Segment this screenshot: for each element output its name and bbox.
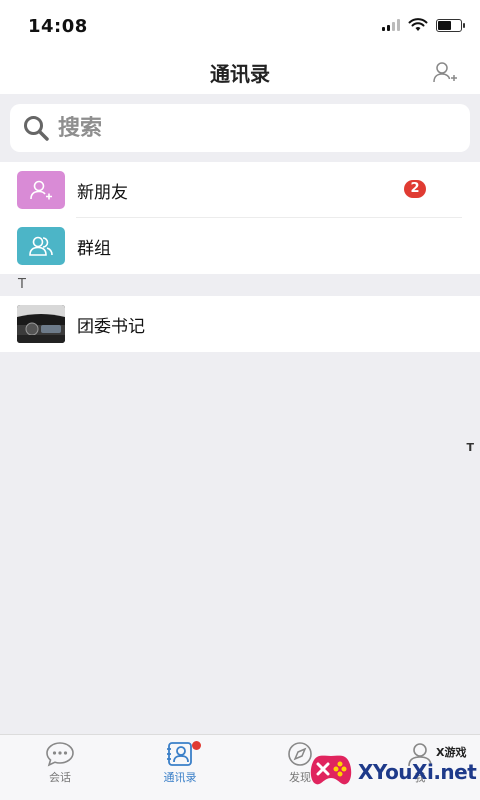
status-bar: 14:08 — [0, 0, 480, 52]
search-input[interactable] — [58, 115, 438, 141]
battery-icon — [436, 18, 465, 32]
contact-row[interactable]: 团委书记 — [0, 296, 480, 352]
contacts-tab-dot — [192, 741, 201, 750]
section-header: T — [0, 274, 480, 296]
tab-chats[interactable]: 会话 — [0, 735, 120, 800]
tab-contacts[interactable]: 通讯录 — [120, 735, 240, 800]
new-friends-label: 新朋友 — [77, 182, 128, 203]
gamepad-logo-icon — [310, 755, 352, 785]
function-list: 新朋友 2 群组 — [0, 162, 480, 274]
nav-bar: 通讯录 — [0, 52, 480, 94]
add-contact-icon[interactable] — [432, 60, 458, 86]
status-time: 14:08 — [28, 16, 88, 37]
groups-label: 群组 — [77, 238, 111, 259]
cellular-signal-icon — [382, 19, 400, 31]
watermark-small-text: X游戏 — [436, 746, 467, 759]
add-user-icon — [17, 171, 65, 209]
search-icon — [24, 116, 49, 141]
search-section — [0, 94, 480, 162]
new-friends-badge: 2 — [404, 180, 426, 198]
tab-contacts-label: 通讯录 — [163, 771, 197, 784]
alphabet-index-t[interactable]: T — [466, 441, 474, 454]
status-icons — [382, 18, 465, 32]
contacts-icon — [167, 742, 192, 766]
contact-name: 团委书记 — [77, 316, 145, 337]
watermark-big-text: XYouXi.net — [358, 760, 477, 784]
chat-icon — [46, 742, 74, 767]
search-bar[interactable] — [10, 104, 470, 152]
page-title: 通讯录 — [210, 62, 270, 86]
tab-chats-label: 会话 — [49, 771, 71, 784]
new-friends-row[interactable]: 新朋友 2 — [0, 162, 480, 218]
watermark: X游戏 XYouXi.net — [304, 736, 480, 800]
wifi-icon — [408, 18, 428, 31]
car-photo-avatar — [17, 305, 65, 343]
groups-row[interactable]: 群组 — [0, 218, 480, 274]
group-icon — [17, 227, 65, 265]
contact-list: 团委书记 — [0, 296, 480, 352]
